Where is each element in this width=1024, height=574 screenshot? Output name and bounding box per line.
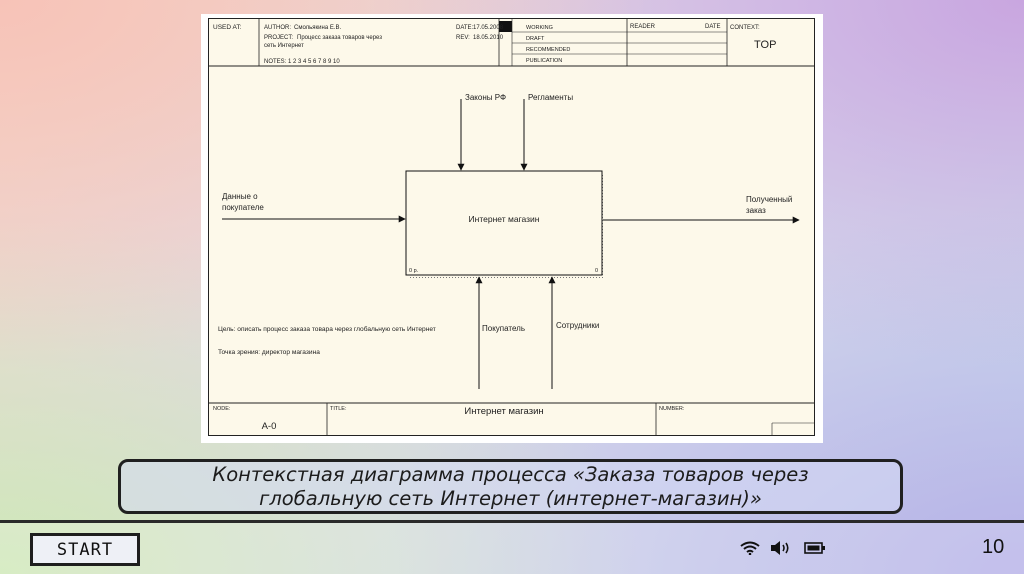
start-button[interactable]: START [30, 533, 140, 566]
viewpoint-text: Точка зрения: директор магазина [218, 349, 320, 356]
mechanism-arrows: Покупатель Сотрудники [475, 276, 599, 389]
control-label-laws: Законы РФ [465, 93, 506, 102]
activity-label: Интернет магазин [469, 214, 540, 224]
output-label-2: заказ [746, 206, 766, 215]
caption-line-1: Контекстная диаграмма процесса «Заказа т… [212, 462, 809, 486]
activity-corner-left: 0 р. [409, 268, 419, 274]
activity-box: Интернет магазин 0 р. 0 [405, 170, 605, 278]
battery-icon[interactable] [804, 541, 826, 555]
activity-corner-right: 0 [595, 268, 598, 274]
caption-line-2: глобальную сеть Интернет (интернет-магаз… [259, 486, 762, 510]
project-label: PROJECT: [264, 35, 293, 41]
output-arrow: Полученный заказ [603, 195, 800, 224]
idef0-diagram: USED AT: AUTHOR: Смольякина Е.В. PROJECT… [208, 18, 815, 436]
date-value: 17.05.2008 [473, 25, 504, 31]
control-label-regulations: Регламенты [528, 93, 573, 102]
reader-date-label: DATE [705, 24, 721, 30]
status-draft: DRAFT [526, 36, 545, 42]
mechanism-label-buyer: Покупатель [482, 324, 525, 333]
node-label: NODE: [213, 406, 231, 412]
status-working: WORKING [526, 25, 553, 31]
wifi-icon[interactable] [740, 541, 760, 555]
project-value-1: Процесс заказа товаров через [297, 35, 382, 41]
rev-value: 18.05.2010 [473, 35, 504, 41]
author-label: AUTHOR: [264, 25, 291, 31]
status-recommended: RECOMMENDED [526, 47, 570, 53]
input-label-2: покупателе [222, 203, 264, 212]
context-label: CONTEXT: [730, 25, 760, 31]
reader-label: READER [630, 24, 656, 30]
number-label: NUMBER: [659, 406, 685, 412]
input-arrow: Данные о покупателе [222, 192, 406, 223]
purpose-text: Цель: описать процесс заказа товара чере… [218, 325, 436, 333]
notes-label: NOTES: 1 2 3 4 5 6 7 8 9 10 [264, 59, 340, 65]
diagram-header: USED AT: AUTHOR: Смольякина Е.В. PROJECT… [209, 19, 814, 67]
context-value: TOP [754, 39, 776, 51]
page-number: 10 [982, 536, 1005, 558]
title-label: TITLE: [330, 406, 347, 412]
speaker-icon[interactable] [770, 541, 792, 555]
slide-caption: Контекстная диаграмма процесса «Заказа т… [118, 459, 903, 514]
input-label-1: Данные о [222, 192, 258, 201]
project-value-2: сеть Интернет [264, 43, 304, 49]
used-at-label: USED AT: [213, 24, 242, 31]
taskbar [0, 520, 1024, 574]
control-arrows: Законы РФ Регламенты [457, 93, 573, 171]
date-label: DATE: [456, 25, 474, 31]
title-value: Интернет магазин [464, 406, 543, 417]
output-label-1: Полученный [746, 195, 792, 204]
status-publication: PUBLICATION [526, 58, 562, 64]
rev-label: REV: [456, 35, 470, 41]
mechanism-label-staff: Сотрудники [556, 321, 599, 330]
author-value: Смольякина Е.В. [294, 25, 342, 31]
node-value: А-0 [262, 421, 277, 432]
diagram-footer: NODE: А-0 TITLE: Интернет магазин NUMBER… [209, 402, 814, 435]
